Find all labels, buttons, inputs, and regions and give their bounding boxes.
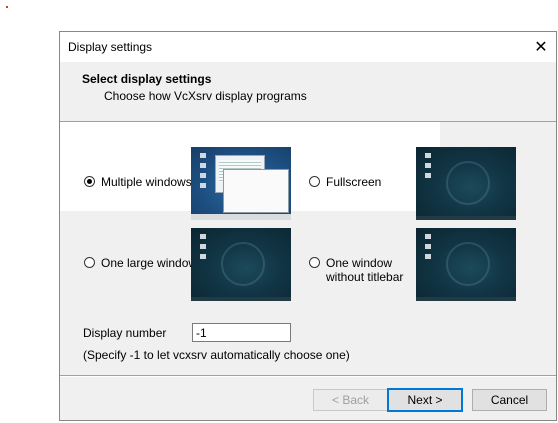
back-button[interactable]: < Back — [313, 389, 388, 411]
desktop-icon — [425, 254, 431, 259]
desktop-icon — [200, 153, 206, 158]
display-number-hint: (Specify -1 to let vcxsrv automatically … — [83, 348, 350, 362]
title-bar: Display settings ✕ — [60, 32, 556, 62]
desktop-icon — [425, 153, 431, 158]
radio-fullscreen[interactable]: Fullscreen — [309, 175, 381, 189]
preview-window — [223, 169, 289, 213]
radio-label-line1: One window — [326, 256, 393, 270]
preview-one-large-window — [191, 228, 291, 301]
preview-fullscreen — [416, 147, 516, 220]
preview-taskbar — [416, 216, 516, 220]
preview-one-window-no-titlebar — [416, 228, 516, 301]
close-icon: ✕ — [534, 39, 548, 56]
desktop-icon — [200, 173, 206, 178]
radio-label-line2: without titlebar — [326, 270, 404, 284]
radio-label: Multiple windows — [101, 175, 192, 189]
desktop-icon — [425, 163, 431, 168]
radio-icon — [309, 176, 320, 187]
close-button[interactable]: ✕ — [526, 32, 556, 62]
radio-label: One large window — [101, 256, 198, 270]
debian-swirl — [446, 161, 490, 205]
desktop-icon — [425, 173, 431, 178]
preview-multiple-windows — [191, 147, 291, 220]
debian-swirl — [221, 242, 265, 286]
display-number-input[interactable] — [192, 323, 291, 342]
desktop-icon — [200, 163, 206, 168]
radio-multiple-windows[interactable]: Multiple windows — [84, 175, 192, 189]
debian-swirl — [446, 242, 490, 286]
desktop-icon — [425, 244, 431, 249]
display-number-label: Display number — [83, 326, 167, 340]
desktop-icon — [200, 254, 206, 259]
preview-taskbar — [416, 297, 516, 301]
header-subtitle: Choose how VcXsrv display programs — [104, 89, 307, 103]
radio-label: Fullscreen — [326, 175, 382, 189]
desktop-icon — [200, 244, 206, 249]
footer-divider — [60, 375, 556, 377]
desktop-icon — [425, 234, 431, 239]
dialog-title: Display settings — [68, 40, 153, 54]
cancel-button[interactable]: Cancel — [472, 389, 547, 411]
desktop-icon — [200, 234, 206, 239]
radio-one-large-window[interactable]: One large window — [84, 256, 197, 270]
radio-one-window-no-titlebar[interactable]: One window without titlebar — [309, 256, 403, 284]
radio-icon — [309, 257, 320, 268]
radio-icon — [84, 176, 95, 187]
desktop-icon — [200, 183, 206, 188]
radio-icon — [84, 257, 95, 268]
display-settings-dialog: Display settings ✕ Select display settin… — [59, 31, 557, 421]
wizard-header: Select display settings Choose how VcXsr… — [60, 62, 556, 120]
radio-label: One window without titlebar — [326, 256, 403, 284]
corner-marker — [6, 6, 8, 8]
preview-taskbar — [191, 297, 291, 301]
preview-taskbar — [191, 214, 291, 220]
next-button[interactable]: Next > — [387, 388, 463, 412]
header-title: Select display settings — [82, 72, 212, 86]
